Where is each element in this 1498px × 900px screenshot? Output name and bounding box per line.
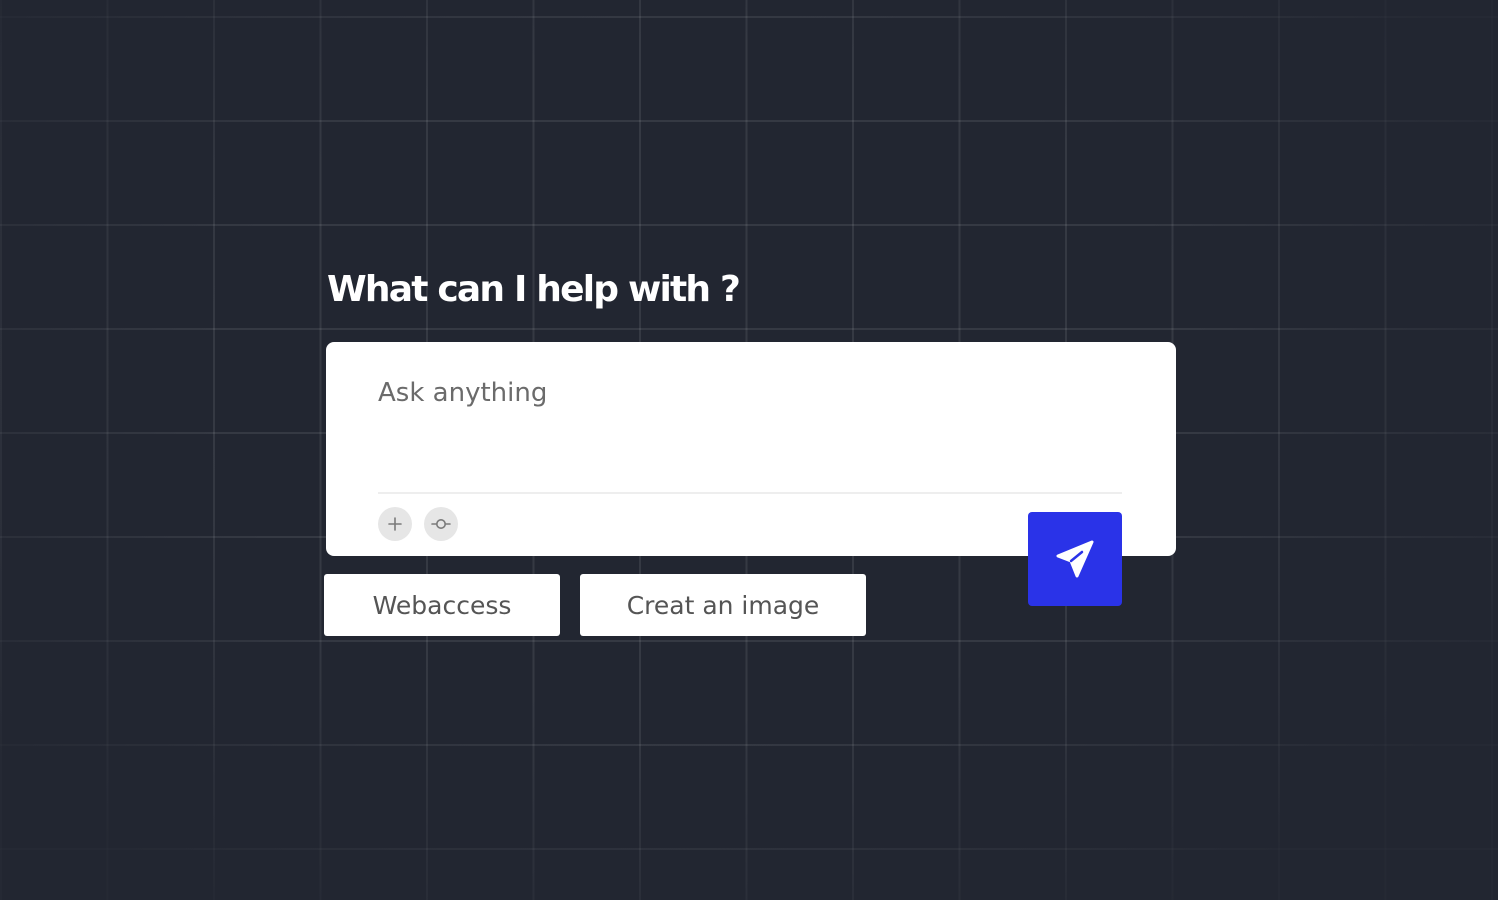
prompt-input[interactable] (378, 370, 1122, 488)
page-heading: What can I help with ? (327, 269, 741, 310)
paper-plane-icon (1056, 540, 1094, 578)
commit-icon (431, 519, 451, 529)
suggestion-create-image-button[interactable]: Creat an image (580, 574, 866, 636)
prompt-divider (378, 492, 1122, 494)
add-attachment-button[interactable] (378, 507, 412, 541)
plus-icon (388, 517, 402, 531)
tools-button[interactable] (424, 507, 458, 541)
send-button[interactable] (1028, 512, 1122, 606)
suggestion-webaccess-button[interactable]: Webaccess (324, 574, 560, 636)
